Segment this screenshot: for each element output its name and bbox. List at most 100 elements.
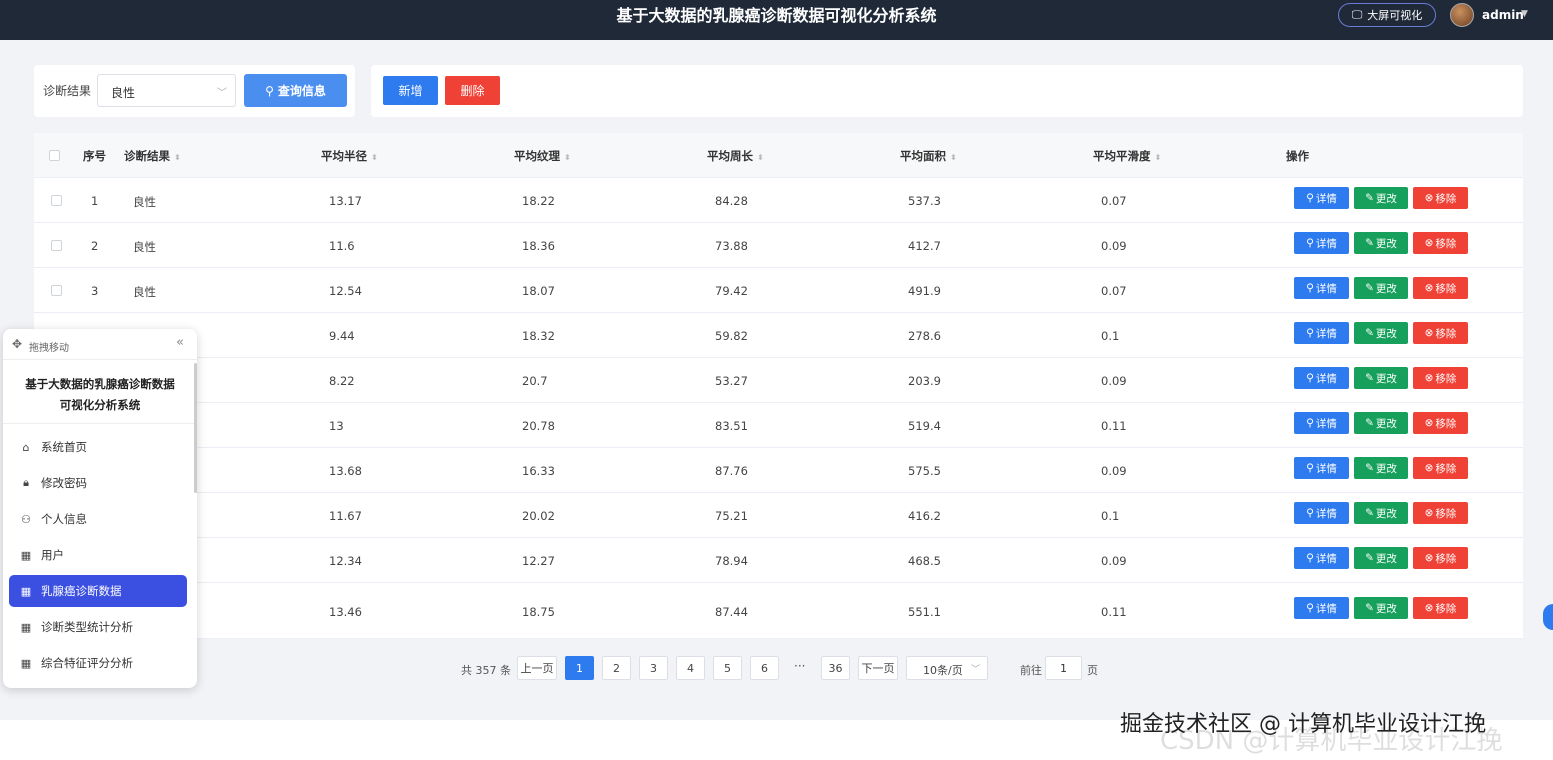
edit-button[interactable]: ✎ 更改 xyxy=(1354,187,1408,209)
page-button-3[interactable]: 3 xyxy=(639,656,668,680)
row-actions: ⚲ 详情 ✎ 更改 ⊗ 移除 xyxy=(1294,457,1468,479)
column-header-perimeter[interactable]: 平均周长 ⬍ xyxy=(707,148,764,164)
pencil-icon: ✎ xyxy=(1365,282,1374,294)
row-texture: 18.07 xyxy=(522,284,555,298)
row-checkbox[interactable] xyxy=(51,240,62,251)
row-texture: 20.78 xyxy=(522,419,555,433)
edit-button[interactable]: ✎ 更改 xyxy=(1354,367,1408,389)
next-page-button[interactable]: 下一页 xyxy=(858,656,898,680)
detail-button[interactable]: ⚲ 详情 xyxy=(1294,232,1349,254)
edit-button[interactable]: ✎ 更改 xyxy=(1354,547,1408,569)
row-perimeter: 87.44 xyxy=(715,605,748,619)
row-radius: 8.22 xyxy=(329,374,355,388)
search-icon: ⚲ xyxy=(1306,192,1314,204)
page-size-value: 10条/页 xyxy=(923,664,963,677)
sort-icon: ⬍ xyxy=(950,153,957,162)
edit-button[interactable]: ✎ 更改 xyxy=(1354,502,1408,524)
column-header-radius[interactable]: 平均半径 ⬍ xyxy=(321,148,378,164)
edit-button[interactable]: ✎ 更改 xyxy=(1354,322,1408,344)
sidebar-item-label: 乳腺癌诊断数据 xyxy=(41,584,122,598)
goto-page-input[interactable]: 1 xyxy=(1045,656,1082,680)
sidebar-item-1[interactable]: ⌂ 系统首页 xyxy=(9,431,187,463)
close-circle-icon: ⊗ xyxy=(1424,237,1434,249)
big-screen-button[interactable]: 🖵 大屏可视化 xyxy=(1338,3,1436,27)
edit-button[interactable]: ✎ 更改 xyxy=(1354,232,1408,254)
row-checkbox[interactable] xyxy=(51,195,62,206)
detail-button[interactable]: ⚲ 详情 xyxy=(1294,502,1349,524)
edit-button[interactable]: ✎ 更改 xyxy=(1354,457,1408,479)
search-icon: ⚲ xyxy=(1306,327,1314,339)
row-area: 519.4 xyxy=(908,419,941,433)
avatar[interactable] xyxy=(1450,3,1474,27)
pencil-icon: ✎ xyxy=(1365,462,1374,474)
caret-down-icon[interactable]: ▼ xyxy=(1521,9,1528,19)
sidebar-drag-handle[interactable]: ✥ 拖拽移动 « xyxy=(3,329,197,360)
remove-button[interactable]: ⊗ 移除 xyxy=(1413,277,1468,299)
sidebar-item-label: 修改密码 xyxy=(41,476,87,490)
remove-button[interactable]: ⊗ 移除 xyxy=(1413,322,1468,344)
page-button-last[interactable]: 36 xyxy=(821,656,850,680)
row-smoothness: 0.07 xyxy=(1101,194,1127,208)
detail-button[interactable]: ⚲ 详情 xyxy=(1294,597,1349,619)
drag-label: 拖拽移动 xyxy=(29,343,69,354)
remove-button[interactable]: ⊗ 移除 xyxy=(1413,502,1468,524)
detail-button[interactable]: ⚲ 详情 xyxy=(1294,277,1349,299)
page-size-select[interactable]: 10条/页 ﹀ xyxy=(906,656,988,680)
select-all-checkbox[interactable] xyxy=(49,150,60,161)
sidebar-item-3[interactable]: ⚇ 个人信息 xyxy=(9,503,187,535)
sidebar-scrollbar[interactable] xyxy=(194,363,197,493)
row-perimeter: 75.21 xyxy=(715,509,748,523)
sidebar-item-6[interactable]: ▦ 诊断类型统计分析 xyxy=(9,611,187,643)
remove-button[interactable]: ⊗ 移除 xyxy=(1413,412,1468,434)
detail-button[interactable]: ⚲ 详情 xyxy=(1294,187,1349,209)
edit-button[interactable]: ✎ 更改 xyxy=(1354,597,1408,619)
column-header-result[interactable]: 诊断结果 ⬍ xyxy=(124,148,181,164)
sidebar-item-2[interactable]: 🔒︎ 修改密码 xyxy=(9,467,187,499)
floating-tool-button[interactable] xyxy=(1543,604,1553,630)
user-name[interactable]: admin xyxy=(1482,8,1524,22)
remove-button[interactable]: ⊗ 移除 xyxy=(1413,232,1468,254)
detail-button[interactable]: ⚲ 详情 xyxy=(1294,367,1349,389)
remove-button[interactable]: ⊗ 移除 xyxy=(1413,597,1468,619)
pagination-ellipsis[interactable]: ··· xyxy=(794,659,805,673)
column-header-area[interactable]: 平均面积 ⬍ xyxy=(900,148,957,164)
row-checkbox[interactable] xyxy=(51,285,62,296)
search-button[interactable]: ⚲ 查询信息 xyxy=(244,74,347,107)
prev-page-button[interactable]: 上一页 xyxy=(517,656,557,680)
sidebar-item-4[interactable]: ▦ 用户 xyxy=(9,539,187,571)
add-button[interactable]: 新增 xyxy=(383,76,438,105)
remove-button[interactable]: ⊗ 移除 xyxy=(1413,547,1468,569)
sidebar-item-label: 诊断类型统计分析 xyxy=(41,620,133,634)
collapse-icon[interactable]: « xyxy=(176,335,184,350)
sidebar-title: 基于大数据的乳腺癌诊断数据 可视化分析系统 xyxy=(3,374,197,416)
divider xyxy=(3,423,197,424)
sort-icon: ⬍ xyxy=(174,153,181,162)
table-row: 11.67 20.02 75.21 416.2 0.1 ⚲ 详情 ✎ 更改 ⊗ 移除 xyxy=(34,493,1523,538)
detail-button[interactable]: ⚲ 详情 xyxy=(1294,457,1349,479)
page-button-2[interactable]: 2 xyxy=(602,656,631,680)
sidebar-item-5[interactable]: ▦ 乳腺癌诊断数据 xyxy=(9,575,187,607)
row-area: 278.6 xyxy=(908,329,941,343)
page-button-6[interactable]: 6 xyxy=(750,656,779,680)
column-header-smoothness[interactable]: 平均平滑度 ⬍ xyxy=(1093,148,1161,164)
column-header-texture[interactable]: 平均纹理 ⬍ xyxy=(514,148,571,164)
row-radius: 9.44 xyxy=(329,329,355,343)
remove-button[interactable]: ⊗ 移除 xyxy=(1413,367,1468,389)
page-button-1[interactable]: 1 xyxy=(565,656,594,680)
sidebar-item-7[interactable]: ▦ 综合特征评分分析 xyxy=(9,647,187,679)
row-perimeter: 84.28 xyxy=(715,194,748,208)
diagnosis-select[interactable]: 良性 ﹀ xyxy=(97,74,236,107)
delete-button[interactable]: 删除 xyxy=(445,76,500,105)
row-index: 3 xyxy=(91,284,99,298)
remove-button[interactable]: ⊗ 移除 xyxy=(1413,187,1468,209)
edit-button[interactable]: ✎ 更改 xyxy=(1354,412,1408,434)
table-row: 9.44 18.32 59.82 278.6 0.1 ⚲ 详情 ✎ 更改 ⊗ 移除 xyxy=(34,313,1523,358)
detail-button[interactable]: ⚲ 详情 xyxy=(1294,322,1349,344)
page-button-5[interactable]: 5 xyxy=(713,656,742,680)
remove-button[interactable]: ⊗ 移除 xyxy=(1413,457,1468,479)
edit-button[interactable]: ✎ 更改 xyxy=(1354,277,1408,299)
page-button-4[interactable]: 4 xyxy=(676,656,705,680)
detail-button[interactable]: ⚲ 详情 xyxy=(1294,547,1349,569)
detail-button[interactable]: ⚲ 详情 xyxy=(1294,412,1349,434)
row-area: 537.3 xyxy=(908,194,941,208)
